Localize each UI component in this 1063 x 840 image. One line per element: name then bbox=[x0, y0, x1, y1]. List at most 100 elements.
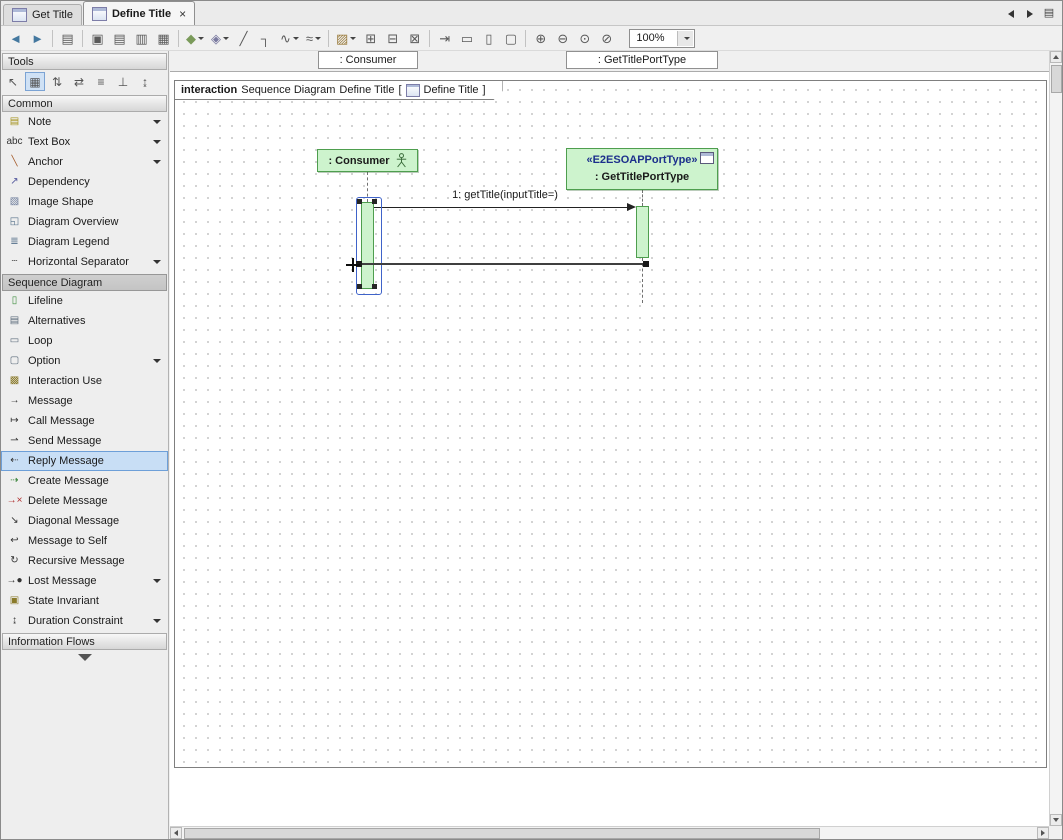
diagram-frame-label[interactable]: interaction Sequence Diagram Define Titl… bbox=[175, 81, 503, 100]
fit-in-window-button[interactable]: ⊙ bbox=[574, 28, 595, 49]
collapse-all-button[interactable]: ⇥ bbox=[434, 28, 455, 49]
palette-item-reply-message[interactable]: ⇠Reply Message bbox=[1, 451, 168, 471]
vertical-scroll-thumb[interactable] bbox=[1051, 65, 1062, 93]
scroll-down-button[interactable] bbox=[1050, 814, 1062, 826]
scroll-tabs-right-button[interactable] bbox=[1023, 6, 1037, 21]
resize-handle[interactable] bbox=[372, 199, 377, 204]
resize-handle[interactable] bbox=[357, 284, 362, 289]
show-diagram-frame-button[interactable]: ▢ bbox=[500, 28, 521, 49]
scroll-tabs-left-button[interactable] bbox=[1004, 6, 1018, 21]
call-message-line[interactable] bbox=[374, 207, 627, 208]
resize-tool-button[interactable]: ↨ bbox=[135, 72, 155, 91]
close-tab-button[interactable]: × bbox=[179, 7, 186, 21]
marquee-select-tool-button[interactable]: ▦ bbox=[25, 72, 45, 91]
palette-item-state-invariant[interactable]: ▣State Invariant bbox=[1, 591, 168, 611]
palette-item-recursive-message[interactable]: ↻Recursive Message bbox=[1, 551, 168, 571]
oblique-path-button[interactable]: ╱ bbox=[233, 28, 254, 49]
palette-item-lost-message[interactable]: →●Lost Message bbox=[1, 571, 168, 591]
palette-item-interaction-use[interactable]: ▩Interaction Use bbox=[1, 371, 168, 391]
select-in-containment-tree-button[interactable]: ▤ bbox=[57, 28, 78, 49]
scroll-left-button[interactable] bbox=[170, 827, 182, 839]
paste-with-style-button[interactable]: ▥ bbox=[131, 28, 152, 49]
horizontal-scrollbar[interactable] bbox=[170, 826, 1049, 839]
palette-item-diagram-legend[interactable]: ≣Diagram Legend bbox=[1, 232, 168, 252]
clone-button[interactable]: ▦ bbox=[153, 28, 174, 49]
palette-item-note[interactable]: ▤Note bbox=[1, 112, 168, 132]
rectilinear-path-button[interactable]: ┐ bbox=[255, 28, 276, 49]
reply-message-line-in-progress[interactable] bbox=[359, 263, 649, 265]
show-tagged-values-button[interactable]: ▯ bbox=[478, 28, 499, 49]
resize-handle[interactable] bbox=[357, 199, 362, 204]
palette-item-alternatives[interactable]: ▤Alternatives bbox=[1, 311, 168, 331]
palette-item-lifeline[interactable]: ▯Lifeline bbox=[1, 291, 168, 311]
palette-item-text-box[interactable]: abcText Box bbox=[1, 132, 168, 152]
state-invariant-icon: ▣ bbox=[6, 596, 23, 606]
align-horizontal-tool-button[interactable]: ⇄ bbox=[69, 72, 89, 91]
shape-tools-button[interactable]: ◆ bbox=[183, 28, 207, 49]
copy-button[interactable]: ▣ bbox=[87, 28, 108, 49]
resize-handle[interactable] bbox=[372, 284, 377, 289]
palette-scroll-down-button[interactable] bbox=[1, 654, 168, 661]
distribute-tool-button[interactable]: ⊥ bbox=[113, 72, 133, 91]
palette-item-diagonal-message[interactable]: ↘Diagonal Message bbox=[1, 511, 168, 531]
show-stereotypes-button[interactable]: ▭ bbox=[456, 28, 477, 49]
chevron-down-icon bbox=[684, 37, 690, 40]
selection-tool-button[interactable]: ↖ bbox=[3, 72, 23, 91]
palette-item-call-message[interactable]: ↦Call Message bbox=[1, 411, 168, 431]
palette-item-diagram-overview[interactable]: ◱Diagram Overview bbox=[1, 212, 168, 232]
palette-section-common[interactable]: Common bbox=[2, 95, 167, 112]
scroll-right-button[interactable] bbox=[1037, 827, 1049, 839]
nav-forward-button[interactable]: ► bbox=[27, 28, 48, 49]
scroll-up-button[interactable] bbox=[1050, 51, 1062, 63]
palette-section-tools[interactable]: Tools bbox=[2, 53, 167, 70]
sticky-lifeline-label-porttype[interactable]: : GetTitlePortType bbox=[566, 51, 718, 69]
palette-section-sequence-diagram[interactable]: Sequence Diagram bbox=[2, 274, 167, 291]
paste-button[interactable]: ▤ bbox=[109, 28, 130, 49]
right-arrow-icon bbox=[1041, 830, 1045, 836]
show-grid-button[interactable]: ⊞ bbox=[360, 28, 381, 49]
relation-tools-button[interactable]: ◈ bbox=[208, 28, 232, 49]
palette-item-delete-message[interactable]: →×Delete Message bbox=[1, 491, 168, 511]
sticky-lifeline-label-consumer[interactable]: : Consumer bbox=[318, 51, 418, 69]
tab-get-title[interactable]: Get Title bbox=[3, 4, 82, 25]
zoom-select[interactable]: 100% bbox=[629, 29, 695, 48]
tab-list-button[interactable]: ▤ bbox=[1042, 6, 1056, 21]
nav-back-button[interactable]: ◄ bbox=[5, 28, 26, 49]
palette-item-horizontal-separator[interactable]: ┄Horizontal Separator bbox=[1, 252, 168, 272]
bezier-path-button[interactable]: ∿ bbox=[277, 28, 302, 49]
selection-outline[interactable] bbox=[356, 197, 382, 295]
zoom-selection-button[interactable]: ⊘ bbox=[596, 28, 617, 49]
zoom-dropdown-button[interactable] bbox=[677, 31, 693, 46]
call-message-label[interactable]: 1: getTitle(inputTitle=) bbox=[405, 189, 605, 201]
send-message-icon: ⇀ bbox=[6, 436, 23, 446]
palette-item-create-message[interactable]: ⇢Create Message bbox=[1, 471, 168, 491]
palette-item-message[interactable]: →Message bbox=[1, 391, 168, 411]
diagram-canvas[interactable]: interaction Sequence Diagram Define Titl… bbox=[170, 71, 1049, 826]
center-lines-tool-button[interactable]: ≡ bbox=[91, 72, 111, 91]
spline-path-button[interactable]: ≈ bbox=[303, 28, 324, 49]
palette-item-loop[interactable]: ▭Loop bbox=[1, 331, 168, 351]
palette-item-option[interactable]: ▢Option bbox=[1, 351, 168, 371]
palette-section-information-flows[interactable]: Information Flows bbox=[2, 633, 167, 650]
palette-item-anchor[interactable]: ╲Anchor bbox=[1, 152, 168, 172]
lifeline-dash-porttype[interactable] bbox=[642, 190, 643, 206]
palette-item-message-to-self[interactable]: ↩Message to Self bbox=[1, 531, 168, 551]
fill-color-button[interactable]: ▨ bbox=[333, 28, 359, 49]
horizontal-scroll-thumb[interactable] bbox=[184, 828, 820, 839]
line-endpoint-handle[interactable] bbox=[643, 261, 649, 267]
zoom-out-button[interactable]: ⊖ bbox=[552, 28, 573, 49]
align-vertical-tool-button[interactable]: ⇅ bbox=[47, 72, 67, 91]
diagram-layout-button[interactable]: ⊠ bbox=[404, 28, 425, 49]
zoom-in-button[interactable]: ⊕ bbox=[530, 28, 551, 49]
lifeline-head-consumer[interactable]: : Consumer bbox=[317, 149, 418, 172]
vertical-scrollbar[interactable] bbox=[1049, 51, 1062, 826]
call-message-icon: ↦ bbox=[6, 416, 23, 426]
activation-bar-porttype[interactable] bbox=[636, 206, 649, 258]
palette-item-duration-constraint[interactable]: ↨Duration Constraint bbox=[1, 611, 168, 631]
tab-define-title[interactable]: Define Title × bbox=[83, 1, 195, 25]
lifeline-head-porttype[interactable]: «E2ESOAPPortType» : GetTitlePortType bbox=[566, 148, 718, 190]
palette-item-image-shape[interactable]: ▧Image Shape bbox=[1, 192, 168, 212]
palette-item-dependency[interactable]: ↗Dependency bbox=[1, 172, 168, 192]
palette-item-send-message[interactable]: ⇀Send Message bbox=[1, 431, 168, 451]
snap-to-grid-button[interactable]: ⊟ bbox=[382, 28, 403, 49]
